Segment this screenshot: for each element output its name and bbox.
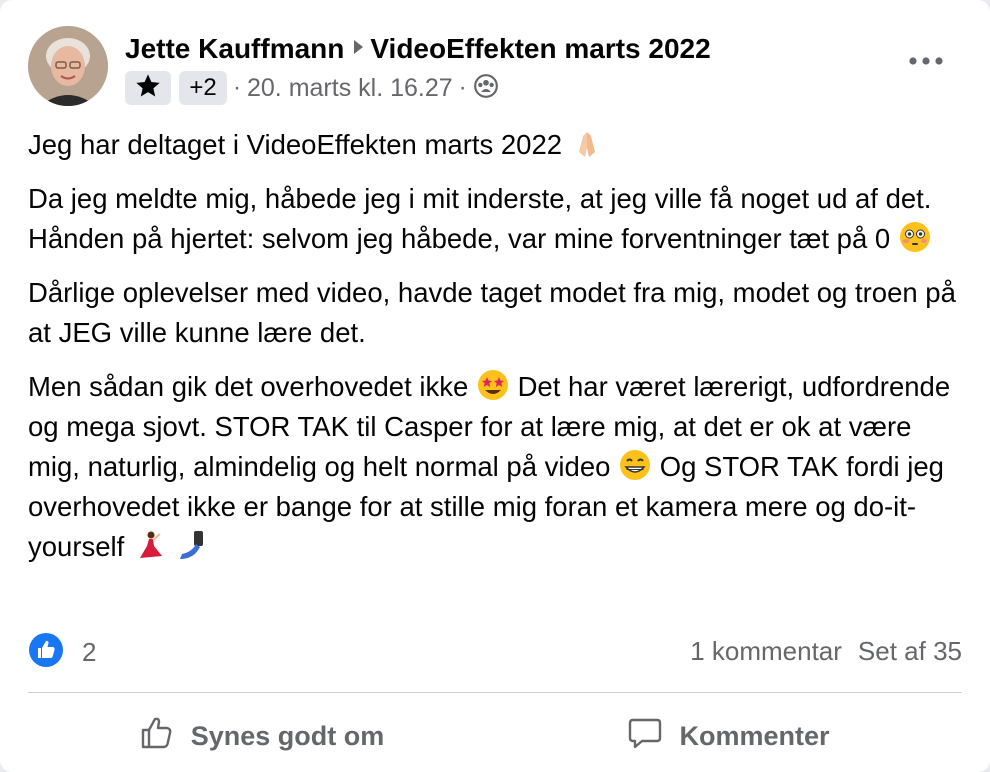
caret-right-icon	[352, 30, 364, 62]
star-badge[interactable]	[125, 71, 171, 105]
paragraph-text: Men sådan gik det overhovedet ikke	[28, 371, 469, 402]
like-button-label: Synes godt om	[190, 720, 385, 751]
seen-by-link[interactable]: Set af 35	[858, 636, 962, 666]
post-stats: 2 1 kommentar Set af 35	[28, 630, 962, 674]
flushed-face-emoji-icon	[898, 220, 932, 254]
stats-right: 1 kommentar Set af 35	[690, 636, 962, 667]
thumbs-up-icon	[139, 715, 191, 758]
dancer-emoji-icon	[132, 528, 166, 562]
post-paragraph: Dårlige oplevelser med video, havde tage…	[28, 277, 956, 348]
post-timestamp[interactable]: 20. marts kl. 16.27	[247, 74, 453, 103]
extra-badges[interactable]: +2	[179, 71, 227, 105]
comment-bubble-icon	[627, 715, 679, 758]
post-paragraph: Jeg har deltaget i VideoEffekten marts 2…	[28, 125, 968, 165]
reaction-summary[interactable]: 2	[28, 632, 96, 673]
comment-count-link[interactable]: 1 kommentar	[690, 636, 842, 666]
post-body: Jeg har deltaget i VideoEffekten marts 2…	[28, 125, 968, 581]
paragraph-text: Jeg har deltaget i VideoEffekten marts 2…	[28, 129, 563, 160]
star-struck-emoji-icon	[476, 368, 510, 402]
comment-button-label: Kommenter	[679, 720, 830, 751]
grinning-face-emoji-icon	[618, 448, 652, 482]
group-audience-icon[interactable]	[473, 73, 499, 104]
meta-separator: ·	[458, 74, 467, 101]
post-header: Jette Kauffmann VideoEffekten marts 2022 …	[28, 26, 962, 106]
divider	[28, 692, 962, 693]
paragraph-text: Da jeg meldte mig, håbede jeg i mit inde…	[28, 183, 932, 254]
author-line: Jette Kauffmann VideoEffekten marts 2022	[125, 30, 711, 65]
meta-separator: ·	[233, 74, 241, 101]
avatar[interactable]	[28, 26, 108, 106]
like-reaction-icon	[28, 632, 64, 673]
post-card: Jette Kauffmann VideoEffekten marts 2022 …	[0, 0, 990, 772]
more-options-button[interactable]	[904, 46, 948, 76]
like-button[interactable]: Synes godt om	[28, 700, 495, 772]
group-name[interactable]: VideoEffekten marts 2022	[370, 33, 710, 64]
author-name[interactable]: Jette Kauffmann	[125, 33, 344, 64]
post-actions: Synes godt om Kommenter	[28, 700, 962, 772]
selfie-emoji-icon	[174, 528, 208, 562]
like-count: 2	[82, 637, 97, 667]
post-paragraph: Men sådan gik det overhovedet ikke Det h…	[28, 367, 968, 567]
post-paragraph: Da jeg meldte mig, håbede jeg i mit inde…	[28, 179, 968, 259]
folded-hands-emoji-icon	[570, 126, 604, 160]
post-meta: +2 · 20. marts kl. 16.27 ·	[125, 70, 499, 106]
star-icon	[134, 72, 162, 105]
comment-button[interactable]: Kommenter	[495, 700, 962, 772]
